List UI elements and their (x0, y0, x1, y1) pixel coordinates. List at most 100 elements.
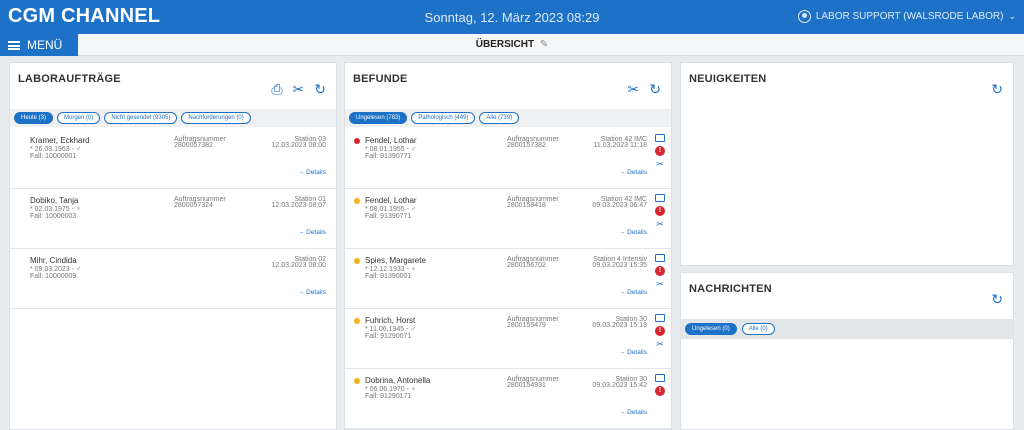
refresh-icon[interactable]: ↻ (649, 81, 661, 98)
details-link[interactable]: → Details (619, 289, 647, 296)
timestamp: 09.03.2023 15:18 (592, 322, 648, 329)
user-name: LABOR SUPPORT (WALSRODE LABOR) (815, 11, 1004, 22)
case-number: Fall: 91390001 (365, 273, 412, 280)
details-link[interactable]: → Details (619, 229, 647, 236)
patient-birth: * 02.03.1975 - ♀ (30, 206, 82, 213)
status-dot (354, 378, 360, 384)
panel-tools: ⎙ ✂ ↻ (271, 81, 326, 98)
list-item[interactable]: Fuhrich, Horst * 11.06.1945 - ♂ Fall: 91… (345, 309, 671, 369)
list-item[interactable]: Kramer, Eckhard * 26.03.1963 - ♂ Fall: 1… (10, 129, 336, 189)
user-menu[interactable]: LABOR SUPPORT (WALSRODE LABOR) ⌄ (797, 10, 1016, 23)
document-icon[interactable] (655, 134, 665, 142)
row-actions: ! ✂ (654, 314, 666, 349)
details-link[interactable]: → Details (619, 349, 647, 356)
case-number: Fall: 10000003 (30, 213, 77, 220)
filter-alle[interactable]: Alle (739) (479, 112, 520, 124)
filter-alle[interactable]: Alle (0) (741, 323, 775, 335)
filter-pathologisch[interactable]: Pathologisch (449) (411, 112, 476, 124)
filter-morgen[interactable]: Morgen (0) (57, 112, 101, 124)
patient-birth: * 09.03.2023 - ♂ (30, 266, 82, 273)
refresh-icon[interactable]: ↻ (314, 81, 326, 98)
alert-icon: ! (655, 266, 665, 276)
list-item[interactable]: Mihr, Cindida * 09.03.2023 - ♂ Fall: 100… (10, 249, 336, 309)
scissors-icon[interactable]: ✂ (656, 280, 664, 289)
patient-name: Fendel, Lothar (365, 136, 417, 145)
patient-birth: * 11.06.1945 - ♂ (365, 326, 416, 333)
patient-name: Fendel, Lothar (365, 196, 417, 205)
case-number: Fall: 91290071 (365, 333, 412, 340)
patient-name: Fuhrich, Horst (365, 316, 416, 325)
details-link[interactable]: → Details (619, 169, 647, 176)
scissors-icon[interactable]: ✂ (628, 81, 640, 98)
filter-ungelesen[interactable]: Ungelesen (783) (349, 112, 408, 124)
timestamp: 09.03.2023 06:47 (592, 202, 648, 209)
order-number: 2800156702 (507, 262, 546, 269)
scissors-icon[interactable]: ✂ (656, 340, 664, 349)
details-link[interactable]: → Details (298, 289, 326, 296)
case-number: Fall: 10000001 (30, 153, 77, 160)
filter-bar: Heute (3) Morgen (0) Nicht gesendet (930… (10, 109, 336, 127)
case-number: Fall: 91390771 (365, 213, 412, 220)
patient-birth: * 06.06.1970 - ♀ (365, 386, 417, 393)
document-icon[interactable] (655, 254, 665, 262)
document-icon[interactable] (655, 374, 665, 382)
patient-birth: * 12.12.1933 - ♀ (365, 266, 417, 273)
panel-title: LABORAUFTRÄGE (18, 73, 121, 85)
document-icon[interactable] (655, 314, 665, 322)
print-icon[interactable]: ⎙ (271, 81, 282, 98)
list-item[interactable]: Spies, Margarete * 12.12.1933 - ♀ Fall: … (345, 249, 671, 309)
timestamp: 12.03.2023 08:00 (271, 142, 327, 149)
filter-bar: Ungelesen (0) Alle (0) (681, 319, 1013, 339)
filter-bar: Ungelesen (783) Pathologisch (449) Alle … (345, 109, 671, 127)
details-link[interactable]: → Details (298, 169, 326, 176)
order-number: 2800057382 (174, 142, 213, 149)
laborauftraege-panel: LABORAUFTRÄGE ⎙ ✂ ↻ Heute (3) Morgen (0)… (9, 62, 337, 430)
patient-birth: * 26.03.1963 - ♂ (30, 146, 82, 153)
panel-tools: ✂ ↻ (628, 81, 661, 98)
timestamp: 09.03.2023 15:35 (592, 262, 648, 269)
timestamp: 09.03.2023 15:42 (592, 382, 648, 389)
panel-title: NACHRICHTEN (689, 283, 772, 295)
user-icon (797, 10, 811, 23)
details-link[interactable]: → Details (298, 229, 326, 236)
filter-nachforderungen[interactable]: Nachforderungen (0) (181, 112, 251, 124)
details-link[interactable]: → Details (619, 409, 647, 416)
list-item[interactable]: Dobiko, Tanja * 02.03.1975 - ♀ Fall: 100… (10, 189, 336, 249)
case-number: Fall: 10000009 (30, 273, 77, 280)
patient-birth: * 08.01.1955 - ♂ (365, 146, 417, 153)
list-item[interactable]: Dobrina, Antonella * 06.06.1970 - ♀ Fall… (345, 369, 671, 429)
patient-name: Kramer, Eckhard (30, 136, 90, 145)
order-number: 2800154931 (507, 382, 546, 389)
refresh-icon[interactable]: ↻ (991, 291, 1003, 308)
case-number: Fall: 91290171 (365, 393, 412, 400)
scissors-icon[interactable]: ✂ (656, 160, 664, 169)
status-dot (354, 198, 360, 204)
order-number: 2800057324 (174, 202, 213, 209)
filter-nicht-gesendet[interactable]: Nicht gesendet (9305) (104, 112, 178, 124)
scissors-icon[interactable]: ✂ (656, 220, 664, 229)
top-bar: CGM CHANNEL Sonntag, 12. März 2023 08:29… (0, 0, 1024, 34)
timestamp: 12.03.2023 08:07 (271, 202, 327, 209)
panel-title: BEFUNDE (353, 73, 408, 85)
alert-icon: ! (655, 146, 665, 156)
filter-ungelesen[interactable]: Ungelesen (0) (685, 323, 737, 335)
edit-icon[interactable]: ✎ (540, 39, 548, 50)
panel-tools: ↻ (991, 81, 1003, 98)
panel-tools: ↻ (991, 291, 1003, 308)
panel-title: NEUIGKEITEN (689, 73, 767, 85)
nachrichten-panel: NACHRICHTEN ↻ Ungelesen (0) Alle (0) (680, 272, 1014, 430)
timestamp: 11.03.2023 11:18 (593, 142, 647, 149)
row-actions: ! (654, 374, 666, 396)
filter-heute[interactable]: Heute (3) (14, 112, 54, 124)
status-dot (354, 258, 360, 264)
list-item[interactable]: Fendel, Lothar * 08.01.1955 - ♂ Fall: 91… (345, 189, 671, 249)
list-item[interactable]: Fendel, Lothar * 08.01.1955 - ♂ Fall: 91… (345, 129, 671, 189)
case-number: Fall: 91390771 (365, 153, 412, 160)
patient-name: Dobrina, Antonella (365, 376, 431, 385)
refresh-icon[interactable]: ↻ (991, 81, 1003, 98)
document-icon[interactable] (655, 194, 665, 202)
alert-icon: ! (655, 206, 665, 216)
row-actions: ! ✂ (654, 254, 666, 289)
scissors-icon[interactable]: ✂ (293, 81, 305, 98)
order-number: 2800158418 (507, 202, 546, 209)
